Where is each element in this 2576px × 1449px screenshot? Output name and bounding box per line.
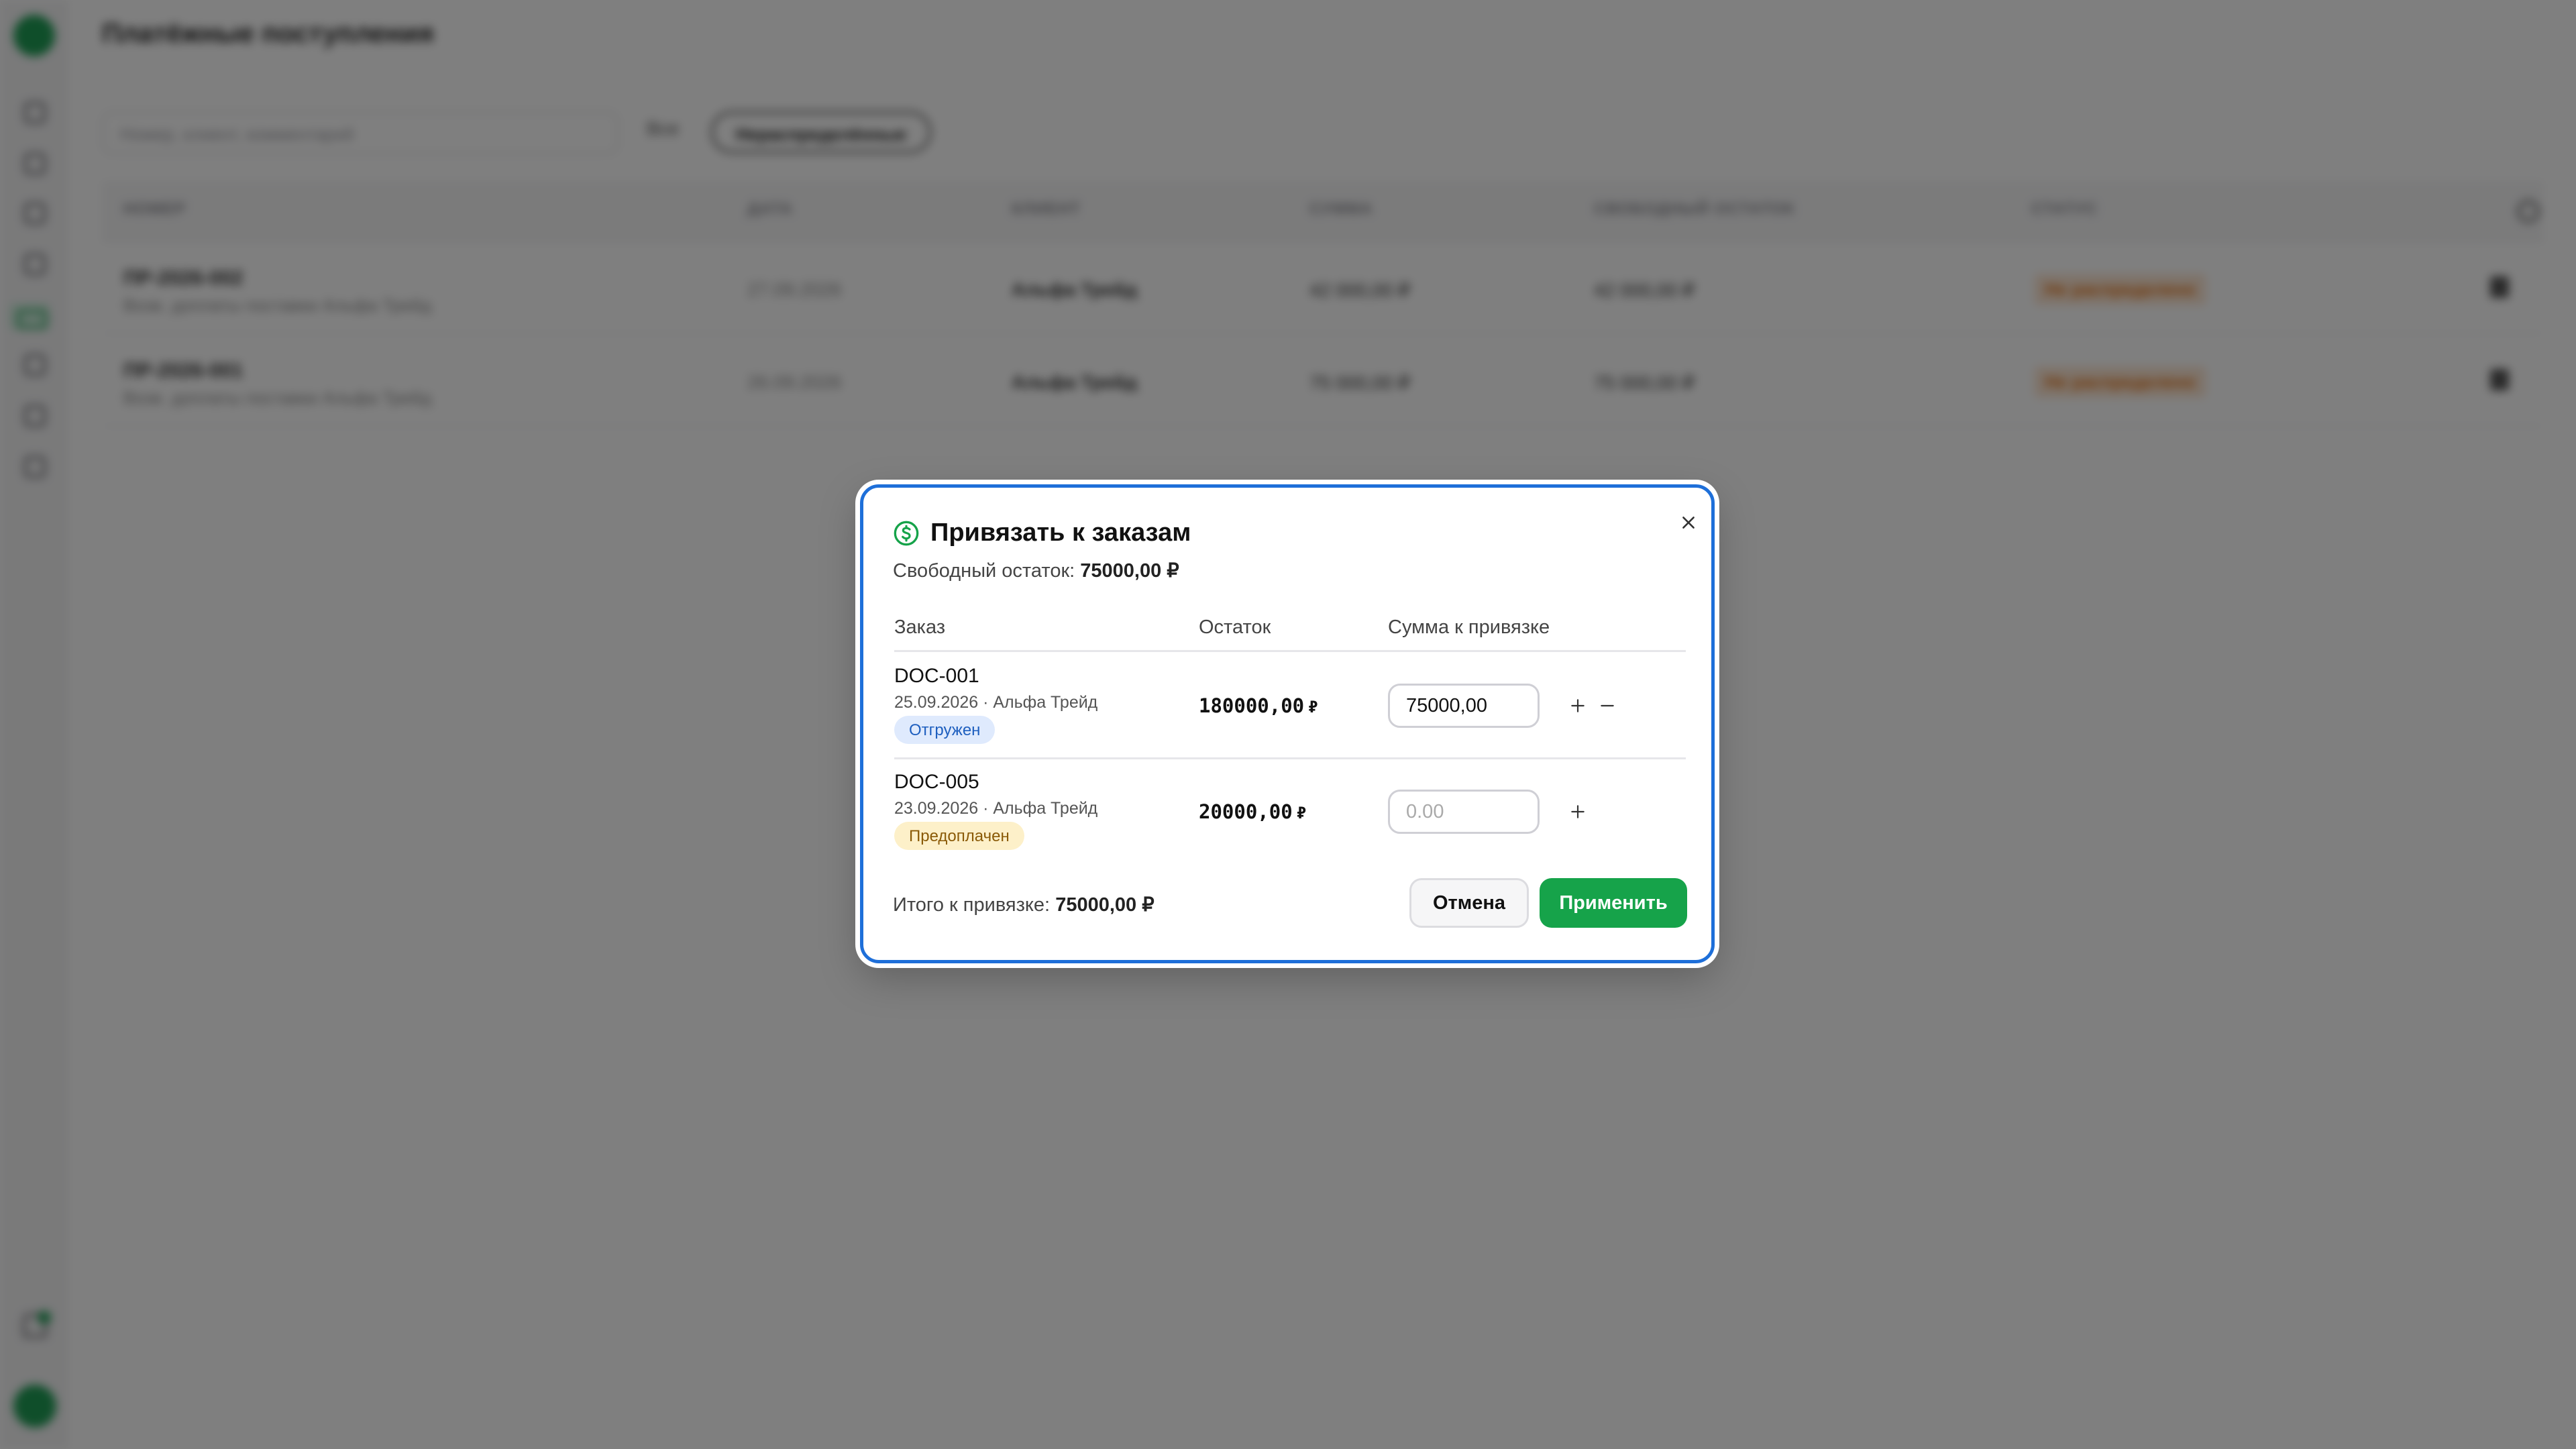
column-header-remain: Остаток (1199, 616, 1271, 638)
column-header-amount: Сумма к привязке (1388, 616, 1550, 638)
order-meta: 25.09.2026 · Альфа Трейд (894, 693, 1098, 712)
add-amount-button[interactable] (1566, 800, 1589, 823)
status-badge: Предоплачен (894, 822, 1024, 850)
currency-symbol: ₽ (1308, 698, 1318, 716)
free-balance: Свободный остаток: 75000,00 ₽ (893, 559, 1179, 582)
close-icon (1682, 517, 1695, 529)
amount-input[interactable] (1388, 790, 1540, 834)
apply-button[interactable]: Применить (1540, 878, 1687, 928)
total-label: Итого к привязке: (893, 894, 1051, 916)
free-balance-label: Свободный остаток: (893, 560, 1075, 582)
dollar-circle-icon (894, 521, 919, 545)
dialog-title: Привязать к заказам (930, 519, 1191, 547)
order-remain: 180000,00 ₽ (1199, 694, 1318, 717)
order-remain-value: 180000,00 (1199, 694, 1305, 717)
order-row: DOC-001 25.09.2026 · Альфа Трейд Отгруже… (894, 653, 1686, 759)
order-id: DOC-005 (894, 771, 979, 793)
plus-icon (1571, 699, 1585, 712)
order-remain: 20000,00 ₽ (1199, 800, 1306, 823)
cancel-button[interactable]: Отмена (1409, 878, 1529, 928)
minus-icon (1601, 704, 1614, 707)
total-amount: Итого к привязке: 75000,00 ₽ (893, 893, 1155, 916)
remove-amount-button[interactable] (1596, 694, 1619, 717)
close-button[interactable] (1672, 506, 1705, 539)
order-meta: 23.09.2026 · Альфа Трейд (894, 799, 1098, 818)
status-badge: Отгружен (894, 716, 996, 744)
plus-icon (1571, 805, 1585, 818)
order-row: DOC-005 23.09.2026 · Альфа Трейд Предопл… (894, 759, 1686, 865)
order-id: DOC-001 (894, 665, 979, 687)
order-remain-value: 20000,00 (1199, 800, 1293, 823)
bind-to-orders-dialog: Привязать к заказам Свободный остаток: 7… (860, 484, 1715, 963)
total-value: 75000,00 ₽ (1055, 894, 1155, 916)
free-balance-value: 75000,00 ₽ (1080, 560, 1179, 582)
amount-input[interactable] (1388, 684, 1540, 728)
column-header-order: Заказ (894, 616, 946, 638)
dialog-header: Привязать к заказам (893, 519, 1191, 547)
add-amount-button[interactable] (1566, 694, 1589, 717)
divider (894, 650, 1686, 652)
currency-symbol: ₽ (1296, 804, 1307, 822)
